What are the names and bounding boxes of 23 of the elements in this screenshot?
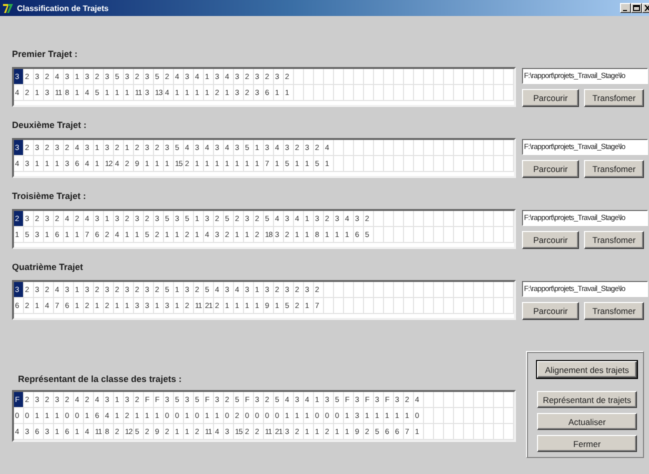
window-title: Classification de Trajets [17,4,110,12]
close-icon [644,5,649,11]
transform-button[interactable]: Transfomer [584,231,644,249]
section-label: Premier Trajet : [12,48,79,61]
transform-button[interactable]: Transfomer [584,89,644,107]
transform-button[interactable]: Transfomer [584,302,644,320]
minimize-button[interactable] [620,3,631,13]
action-button[interactable]: Fermer [537,435,637,452]
browse-button[interactable]: Parcourir [522,302,579,320]
section-label: Troisième Trajet : [12,190,88,203]
browse-button[interactable]: Parcourir [522,160,579,178]
action-button[interactable]: Alignement des trajets [537,361,637,378]
section-label: Deuxième Trajet : [12,119,88,132]
action-button[interactable]: Actualiser [537,413,637,430]
section-label: Quatrième Trajet [12,261,84,274]
maximize-button[interactable] [631,3,642,13]
action-button[interactable]: Représentant de trajets [537,391,637,408]
browse-button[interactable]: Parcourir [522,89,579,107]
app-icon [2,2,14,14]
maximize-icon [633,5,640,11]
section-label: Représentant de la classe des trajets : [18,373,183,386]
transform-button[interactable]: Transfomer [584,160,644,178]
browse-button[interactable]: Parcourir [522,231,579,249]
